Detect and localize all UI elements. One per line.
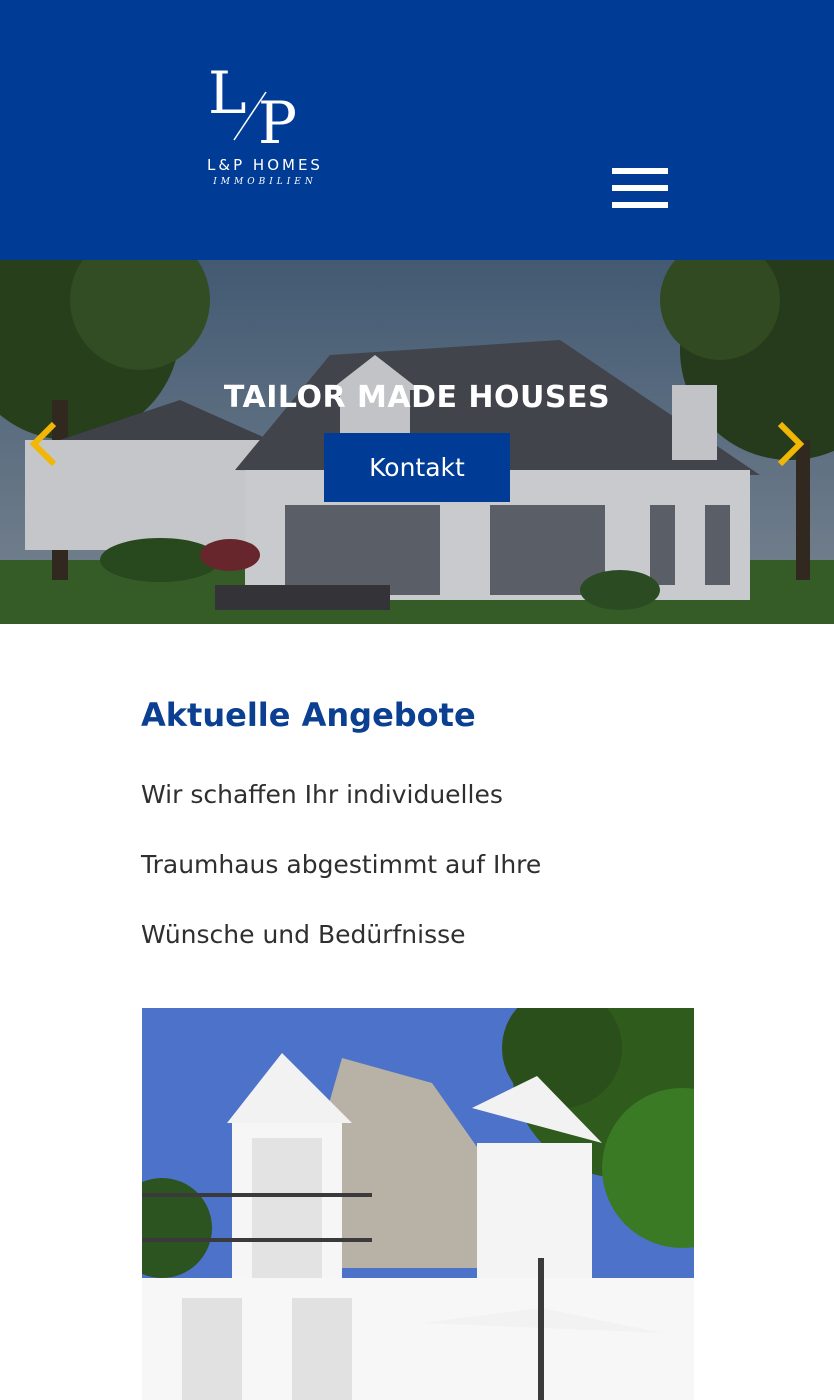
chevron-right-icon[interactable]: [768, 420, 812, 468]
intro-line-1: Wir schaffen Ihr individuelles: [141, 780, 503, 809]
featured-house-image[interactable]: [142, 1008, 694, 1400]
hamburger-icon-bar: [612, 185, 668, 191]
svg-text:P: P: [258, 89, 297, 148]
svg-text:L: L: [208, 59, 247, 127]
hamburger-icon-bar: [612, 202, 668, 208]
menu-button[interactable]: [608, 164, 672, 214]
hamburger-icon: [612, 168, 668, 174]
chevron-left-icon[interactable]: [22, 420, 66, 468]
intro-line-3: Wünsche und Bedürfnisse: [141, 920, 466, 949]
contact-button[interactable]: Kontakt: [324, 433, 510, 502]
section-title: Aktuelle Angebote: [141, 696, 476, 734]
intro-line-2: Traumhaus abgestimmt auf Ihre: [141, 850, 542, 879]
logo-brand: L&P HOMES: [207, 156, 323, 174]
logo-subtitle: IMMOBILIEN: [213, 177, 317, 187]
logo-monogram: L P: [208, 59, 297, 148]
site-header: L P L&P HOMES IMMOBILIEN: [0, 0, 834, 260]
hero-title: TAILOR MADE HOUSES: [223, 380, 611, 415]
logo[interactable]: L P L&P HOMES IMMOBILIEN: [190, 58, 340, 193]
